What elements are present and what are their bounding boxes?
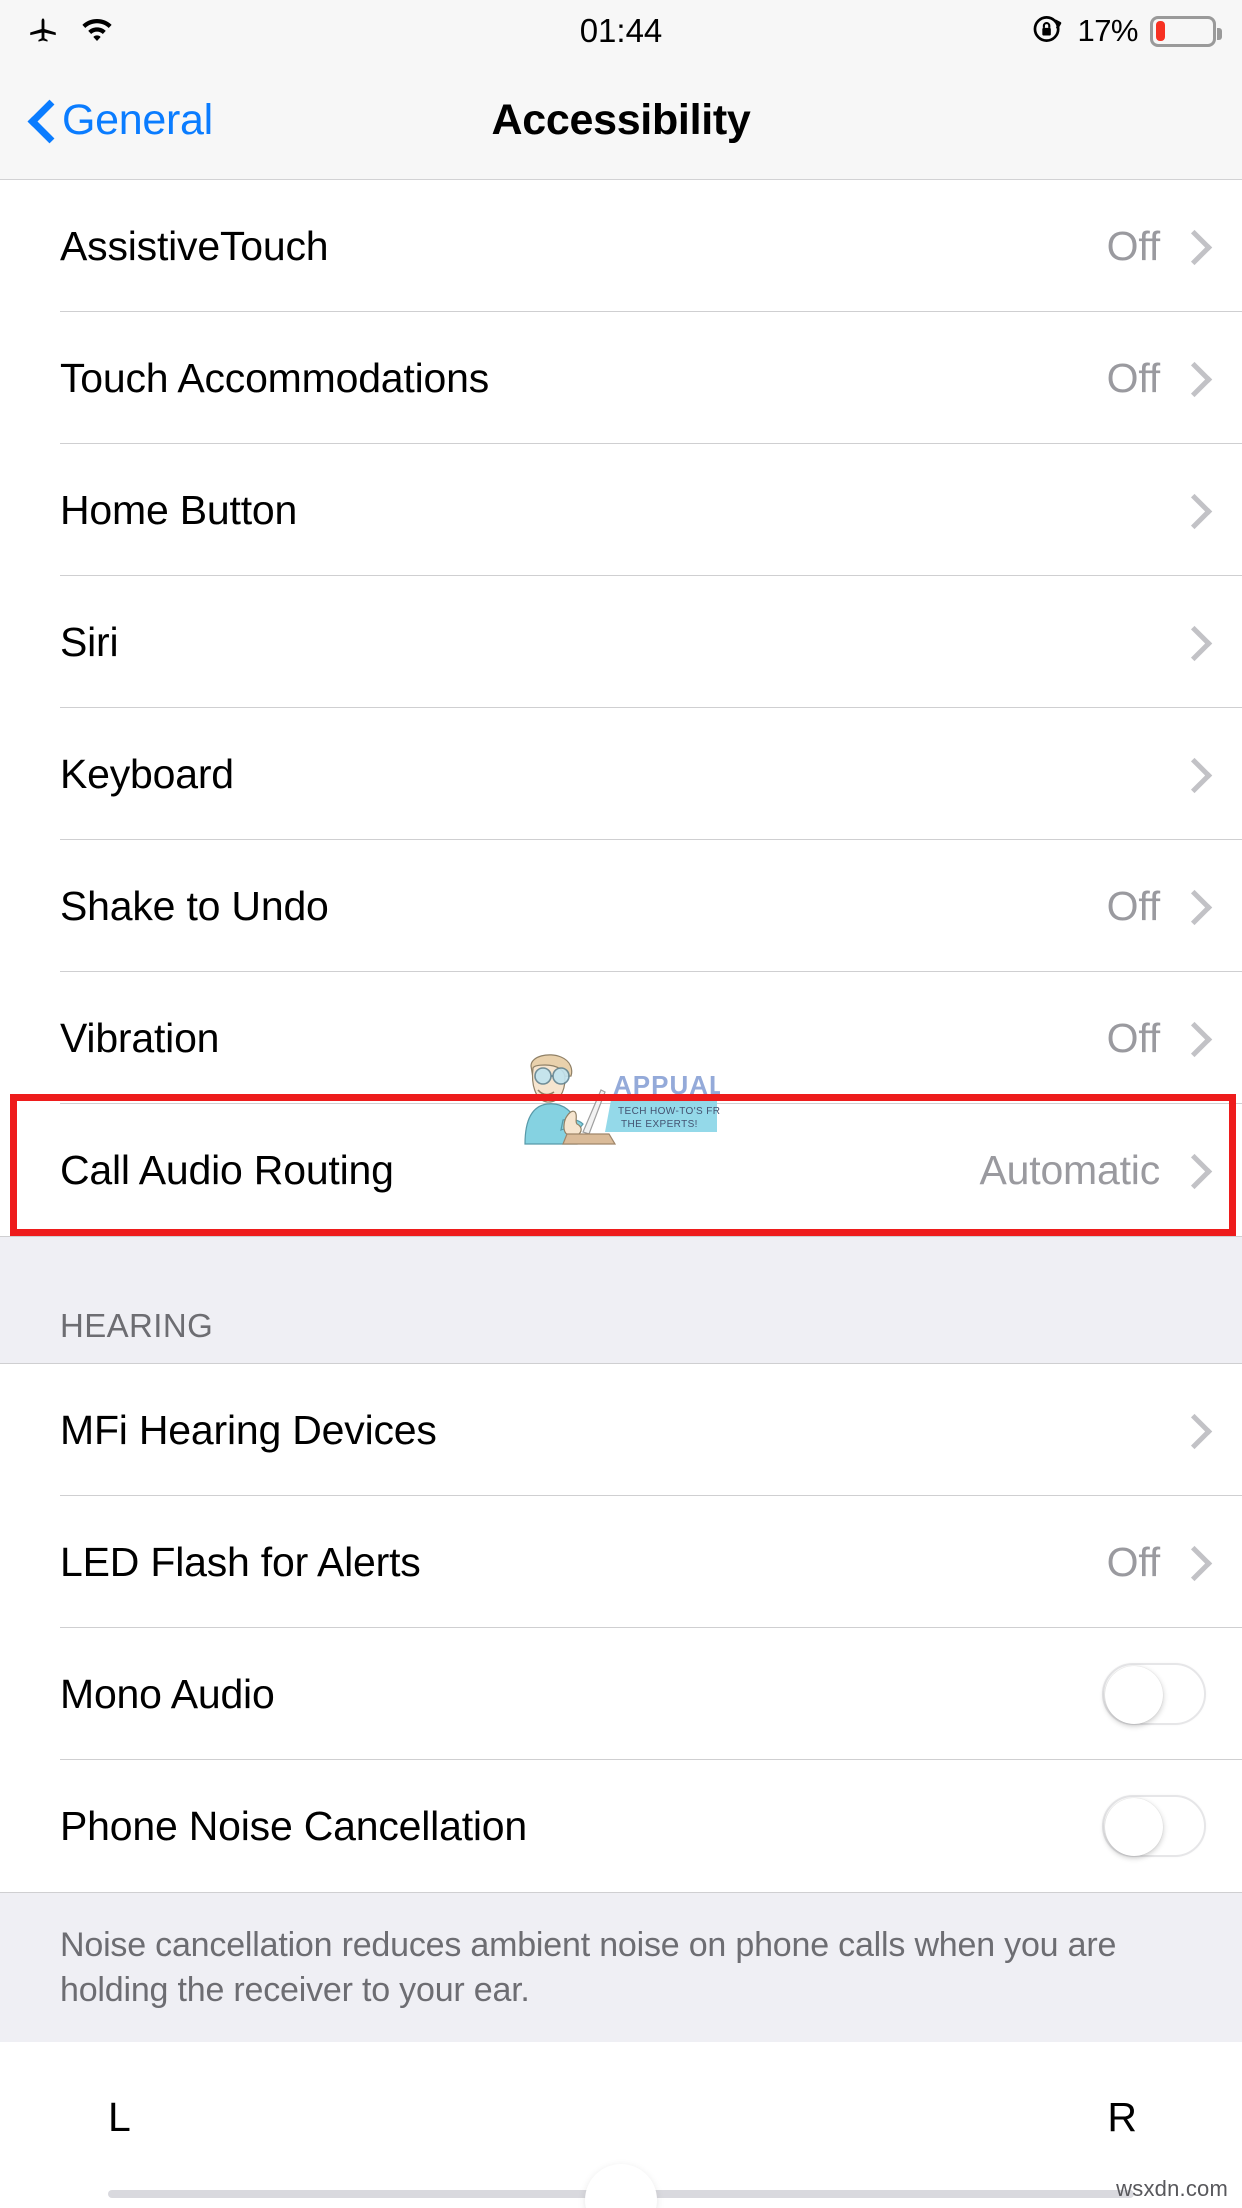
row-keyboard[interactable]: Keyboard [0, 708, 1242, 840]
row-mfi-hearing-devices[interactable]: MFi Hearing Devices [0, 1364, 1242, 1496]
row-label: Home Button [60, 486, 298, 533]
phone-noise-cancellation-toggle[interactable] [1102, 1795, 1206, 1857]
chevron-right-icon [1182, 230, 1200, 262]
section-footer-text: Noise cancellation reduces ambient noise… [60, 1926, 1117, 2009]
chevron-right-icon [1182, 626, 1200, 658]
svg-text:TECH HOW-TO'S FROM: TECH HOW-TO'S FROM [618, 1106, 720, 1117]
row-value: Off [1106, 1014, 1161, 1061]
section-header-hearing: HEARING [0, 1236, 1242, 1364]
battery-percent-label: 17% [1077, 13, 1138, 48]
row-assistive-touch[interactable]: AssistiveTouch Off [0, 180, 1242, 312]
battery-icon [1150, 15, 1222, 47]
chevron-right-icon [1182, 362, 1200, 394]
row-siri[interactable]: Siri [0, 576, 1242, 708]
section-header-label: HEARING [60, 1307, 214, 1344]
iphone-accessibility-screen: 01:44 17% General Accessibility Assistiv… [0, 0, 1242, 2208]
chevron-right-icon [1182, 1154, 1200, 1186]
row-shake-to-undo[interactable]: Shake to Undo Off [0, 840, 1242, 972]
chevron-right-icon [1182, 1022, 1200, 1054]
row-phone-noise-cancellation[interactable]: Phone Noise Cancellation [0, 1760, 1242, 1892]
row-label: AssistiveTouch [60, 222, 329, 269]
row-label: Shake to Undo [60, 882, 329, 929]
chevron-right-icon [1182, 890, 1200, 922]
row-label: LED Flash for Alerts [60, 1538, 421, 1585]
mono-audio-toggle[interactable] [1102, 1663, 1206, 1725]
row-label: MFi Hearing Devices [60, 1406, 437, 1453]
row-home-button[interactable]: Home Button [0, 444, 1242, 576]
row-value: Off [1106, 222, 1161, 269]
balance-labels: L R [0, 2094, 1242, 2141]
row-mono-audio[interactable]: Mono Audio [0, 1628, 1242, 1760]
appuals-watermark: APPUALS TECH HOW-TO'S FROM THE EXPERTS! [505, 1048, 743, 1158]
page-title: Accessibility [491, 96, 751, 144]
site-watermark: wsxdn.com [1116, 2176, 1228, 2201]
row-label: Keyboard [60, 750, 234, 797]
status-bar: 01:44 17% [0, 0, 1242, 62]
row-touch-accommodations[interactable]: Touch Accommodations Off [0, 312, 1242, 444]
rotation-lock-icon [1031, 12, 1065, 51]
balance-slider-track[interactable] [108, 2164, 1134, 2208]
chevron-right-icon [1182, 1414, 1200, 1446]
toggle-knob [1105, 1666, 1163, 1724]
row-label: Mono Audio [60, 1670, 275, 1717]
balance-slider-knob[interactable] [585, 2164, 657, 2208]
chevron-right-icon [1182, 1546, 1200, 1578]
chevron-right-icon [1182, 758, 1200, 790]
svg-text:THE EXPERTS!: THE EXPERTS! [621, 1119, 698, 1130]
svg-text:APPUALS: APPUALS [613, 1070, 720, 1100]
status-bar-right: 17% [1031, 12, 1222, 51]
row-led-flash-for-alerts[interactable]: LED Flash for Alerts Off [0, 1496, 1242, 1628]
navigation-bar: General Accessibility [0, 62, 1242, 180]
row-value: Off [1106, 882, 1161, 929]
balance-left-label: L [108, 2094, 131, 2140]
row-label: Phone Noise Cancellation [60, 1802, 528, 1849]
section-footer-noise-cancellation: Noise cancellation reduces ambient noise… [0, 1892, 1242, 2042]
row-value: Off [1106, 1538, 1161, 1585]
balance-right-label: R [1107, 2094, 1137, 2140]
row-value: Automatic [979, 1146, 1161, 1193]
chevron-right-icon [1182, 494, 1200, 526]
row-label: Touch Accommodations [60, 354, 490, 401]
hearing-settings-group: MFi Hearing Devices LED Flash for Alerts… [0, 1364, 1242, 1892]
row-value: Off [1106, 354, 1161, 401]
row-label: Siri [60, 618, 119, 665]
stereo-balance-row: L R [0, 2042, 1242, 2208]
toggle-knob [1105, 1798, 1163, 1856]
